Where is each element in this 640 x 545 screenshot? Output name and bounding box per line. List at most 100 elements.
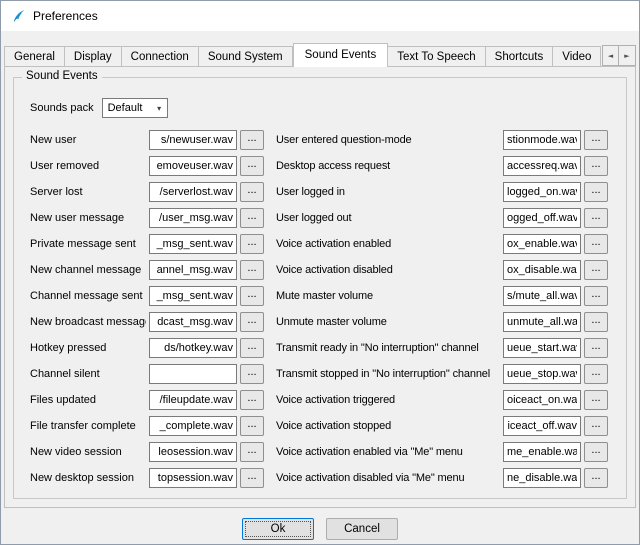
sound-file-input[interactable] <box>503 390 581 410</box>
sound-event-label: Voice activation disabled via "Me" menu <box>276 472 500 484</box>
sound-event-row: Transmit stopped in "No interruption" ch… <box>276 364 608 384</box>
cancel-button[interactable]: Cancel <box>326 518 398 540</box>
browse-button[interactable]: ... <box>584 442 608 462</box>
sound-file-input[interactable] <box>503 234 581 254</box>
sound-file-input[interactable] <box>149 234 237 254</box>
tab-display[interactable]: Display <box>65 46 122 66</box>
sounds-pack-select[interactable]: Default ▾ <box>102 98 168 118</box>
browse-button[interactable]: ... <box>240 286 264 306</box>
tab-shortcuts[interactable]: Shortcuts <box>486 46 554 66</box>
sound-event-label: Voice activation enabled via "Me" menu <box>276 446 500 458</box>
sound-events-column-left: New user ... User removed ... Server los… <box>30 130 264 488</box>
browse-button[interactable]: ... <box>240 156 264 176</box>
sound-file-input[interactable] <box>503 338 581 358</box>
sound-event-row: New channel message ... <box>30 260 264 280</box>
sounds-pack-label: Sounds pack <box>30 102 94 114</box>
browse-button[interactable]: ... <box>240 208 264 228</box>
sound-event-label: New user message <box>30 212 146 224</box>
browse-button[interactable]: ... <box>584 130 608 150</box>
sound-event-label: Hotkey pressed <box>30 342 146 354</box>
sound-event-label: Transmit ready in "No interruption" chan… <box>276 342 500 354</box>
sound-file-input[interactable] <box>503 182 581 202</box>
sound-file-input[interactable] <box>149 312 237 332</box>
browse-button[interactable]: ... <box>584 364 608 384</box>
browse-button[interactable]: ... <box>240 130 264 150</box>
sound-file-input[interactable] <box>149 286 237 306</box>
tab-connection[interactable]: Connection <box>122 46 199 66</box>
sound-events-group: Sound Events Sounds pack Default ▾ New u… <box>13 77 627 499</box>
browse-button[interactable]: ... <box>240 260 264 280</box>
dialog-buttons: Ok Cancel <box>1 508 639 545</box>
tab-scroll-right-button[interactable]: ► <box>619 45 636 66</box>
sound-event-row: New user message ... <box>30 208 264 228</box>
sound-file-input[interactable] <box>503 260 581 280</box>
titlebar[interactable]: Preferences <box>1 1 639 31</box>
tab-text-to-speech[interactable]: Text To Speech <box>388 46 485 66</box>
tab-scroll-left-button[interactable]: ◄ <box>602 45 619 66</box>
browse-button[interactable]: ... <box>584 390 608 410</box>
sound-file-input[interactable] <box>149 416 237 436</box>
sound-event-label: File transfer complete <box>30 420 146 432</box>
browse-button[interactable]: ... <box>584 156 608 176</box>
sound-file-input[interactable] <box>149 468 237 488</box>
sound-event-row: Mute master volume ... <box>276 286 608 306</box>
sound-file-input[interactable] <box>149 156 237 176</box>
sound-file-input[interactable] <box>503 208 581 228</box>
browse-button[interactable]: ... <box>584 286 608 306</box>
tab-video[interactable]: Video <box>553 46 601 66</box>
sound-file-input[interactable] <box>149 338 237 358</box>
sound-file-input[interactable] <box>149 442 237 462</box>
sound-event-row: Private message sent ... <box>30 234 264 254</box>
sound-file-input[interactable] <box>149 182 237 202</box>
browse-button[interactable]: ... <box>240 312 264 332</box>
tab-sound-events[interactable]: Sound Events <box>293 43 389 67</box>
tab-general[interactable]: General <box>4 46 65 66</box>
tab-pane: Sound Events Sounds pack Default ▾ New u… <box>4 66 636 508</box>
sound-event-row: User entered question-mode ... <box>276 130 608 150</box>
sound-file-input[interactable] <box>503 286 581 306</box>
browse-button[interactable]: ... <box>240 364 264 384</box>
sound-file-input[interactable] <box>149 364 237 384</box>
sound-event-label: Unmute master volume <box>276 316 500 328</box>
sound-file-input[interactable] <box>149 130 237 150</box>
browse-button[interactable]: ... <box>240 390 264 410</box>
browse-button[interactable]: ... <box>240 468 264 488</box>
browse-button[interactable]: ... <box>584 312 608 332</box>
sound-event-label: Channel silent <box>30 368 146 380</box>
sound-file-input[interactable] <box>149 208 237 228</box>
sound-event-row: File transfer complete ... <box>30 416 264 436</box>
sound-event-row: Voice activation enabled ... <box>276 234 608 254</box>
sound-file-input[interactable] <box>503 468 581 488</box>
browse-button[interactable]: ... <box>240 234 264 254</box>
sound-event-row: Server lost ... <box>30 182 264 202</box>
sound-event-row: New video session ... <box>30 442 264 462</box>
sound-file-input[interactable] <box>503 364 581 384</box>
sound-file-input[interactable] <box>503 130 581 150</box>
browse-button[interactable]: ... <box>240 338 264 358</box>
browse-button[interactable]: ... <box>240 442 264 462</box>
sound-event-label: Voice activation disabled <box>276 264 500 276</box>
browse-button[interactable]: ... <box>584 260 608 280</box>
browse-button[interactable]: ... <box>240 416 264 436</box>
browse-button[interactable]: ... <box>584 208 608 228</box>
browse-button[interactable]: ... <box>584 182 608 202</box>
tab-sound-system[interactable]: Sound System <box>199 46 293 66</box>
sound-file-input[interactable] <box>503 442 581 462</box>
sound-file-input[interactable] <box>149 260 237 280</box>
sound-event-label: Channel message sent <box>30 290 146 302</box>
browse-button[interactable]: ... <box>584 416 608 436</box>
browse-button[interactable]: ... <box>240 182 264 202</box>
browse-button[interactable]: ... <box>584 234 608 254</box>
browse-button[interactable]: ... <box>584 338 608 358</box>
ok-button[interactable]: Ok <box>242 518 314 540</box>
sound-file-input[interactable] <box>503 416 581 436</box>
sound-event-row: Unmute master volume ... <box>276 312 608 332</box>
sound-file-input[interactable] <box>149 390 237 410</box>
browse-button[interactable]: ... <box>584 468 608 488</box>
sound-file-input[interactable] <box>503 312 581 332</box>
chevron-down-icon: ▾ <box>152 104 167 113</box>
sound-event-label: New user <box>30 134 146 146</box>
sound-event-row: User removed ... <box>30 156 264 176</box>
sound-event-row: Channel message sent ... <box>30 286 264 306</box>
sound-file-input[interactable] <box>503 156 581 176</box>
